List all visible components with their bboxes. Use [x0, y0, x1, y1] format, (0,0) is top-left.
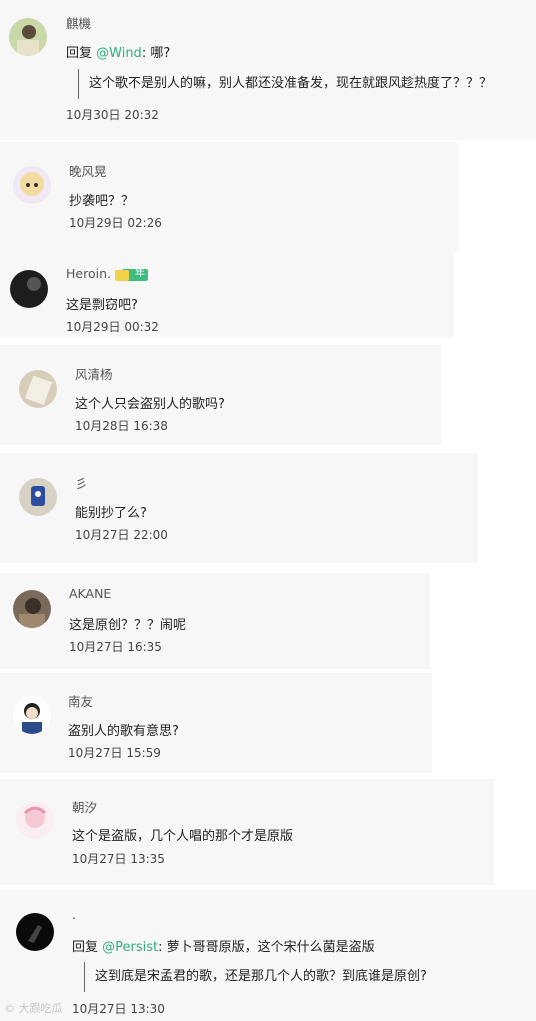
avatar-image — [16, 801, 54, 839]
reply-prefix: 回复 — [72, 940, 103, 955]
comment-text: 回复 @Wind: 哪? — [66, 42, 170, 61]
username[interactable]: Heroin. — [66, 266, 111, 281]
username[interactable]: 麒機 — [66, 13, 91, 32]
comment-text: 回复 @Persist: 萝卜哥哥原版，这个宋什么菌是盗版 — [72, 936, 375, 955]
avatar-image — [9, 18, 47, 56]
user-avatar[interactable] — [13, 696, 51, 734]
username[interactable]: 南友 — [68, 691, 93, 710]
comment-text: 这个是盗版，几个人唱的那个才是原版 — [72, 829, 294, 844]
avatar-image — [13, 166, 51, 204]
avatar-image — [19, 370, 57, 408]
comment-card — [0, 453, 478, 563]
quoted-comment: 这个歌不是别人的嘛，别人都还没准备发，现在就跟风趁热度了？？？ — [78, 69, 492, 99]
vip-badge: 年 — [114, 267, 148, 281]
avatar-image — [16, 913, 54, 951]
comment-text: 这是原创？？？闹呢 — [69, 618, 187, 633]
avatar-image — [13, 696, 51, 734]
comment-time: 10月27日 15:59 — [68, 746, 161, 760]
avatar-image — [19, 478, 57, 516]
comment-time: 10月27日 22:00 — [75, 528, 168, 542]
username[interactable]: 朝汐 — [72, 797, 97, 816]
comment-text: 这是剽窃吧? — [66, 298, 138, 313]
username[interactable]: 彡 — [75, 473, 88, 492]
comment-time: 10月29日 02:26 — [69, 216, 162, 230]
user-avatar[interactable] — [13, 590, 51, 628]
mention-link[interactable]: @Persist — [102, 940, 158, 955]
user-avatar[interactable] — [16, 913, 54, 951]
watermark: © 大跟吃瓜 — [4, 1002, 63, 1015]
comment-time: 10月27日 13:30 — [72, 1002, 165, 1016]
comment-time: 10月29日 00:32 — [66, 320, 159, 334]
username[interactable]: 晚风晃 — [69, 161, 107, 180]
user-avatar[interactable] — [19, 478, 57, 516]
user-avatar[interactable] — [10, 270, 48, 308]
username[interactable]: 风清杨 — [75, 364, 113, 383]
user-avatar[interactable] — [16, 801, 54, 839]
comment-card — [0, 673, 432, 773]
reply-prefix: 回复 — [66, 46, 97, 61]
reply-text: : 哪? — [141, 46, 171, 61]
comment-text: 抄袭吧？？ — [69, 194, 135, 209]
user-avatar[interactable] — [9, 18, 47, 56]
comment-text: 这个人只会盗别人的歌吗? — [75, 397, 225, 412]
mention-link[interactable]: @Wind — [96, 46, 142, 61]
quoted-comment: 这到底是宋孟君的歌，还是那几个人的歌？到底谁是原创? — [84, 962, 427, 992]
avatar-image — [13, 590, 51, 628]
comment-time: 10月30日 20:32 — [66, 108, 159, 122]
comment-time: 10月27日 16:35 — [69, 640, 162, 654]
comment-card — [0, 573, 430, 669]
comment-text: 盗别人的歌有意思? — [68, 724, 179, 739]
avatar-image — [10, 270, 48, 308]
comment-text: 能别抄了么? — [75, 506, 147, 521]
comment-time: 10月28日 16:38 — [75, 419, 168, 433]
user-avatar[interactable] — [13, 166, 51, 204]
username[interactable]: . — [72, 907, 76, 922]
comment-time: 10月27日 13:35 — [72, 852, 165, 866]
badge-text: 年 — [135, 268, 145, 279]
user-avatar[interactable] — [19, 370, 57, 408]
username[interactable]: AKANE — [69, 586, 111, 601]
reply-text: : 萝卜哥哥原版，这个宋什么菌是盗版 — [158, 940, 375, 955]
